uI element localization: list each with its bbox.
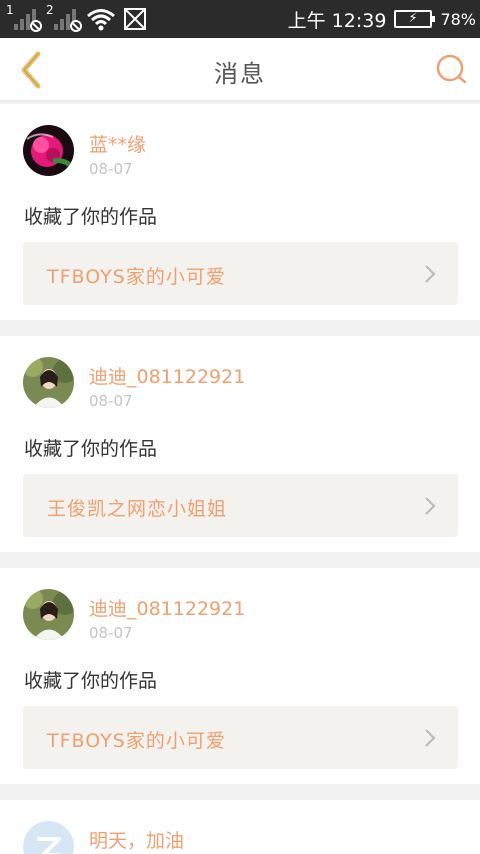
username[interactable]: 迪迪_081122921 xyxy=(89,594,245,621)
message-card: 明天，加油 xyxy=(0,800,480,854)
work-link[interactable]: 王俊凯之网恋小姐姐 xyxy=(23,474,458,537)
status-bar: 1 2 上午 12:39 ⚡ 78% xyxy=(0,0,480,38)
avatar[interactable] xyxy=(23,589,74,640)
work-title: 王俊凯之网恋小姐姐 xyxy=(47,498,228,520)
chevron-right-icon xyxy=(425,497,436,515)
chevron-right-icon xyxy=(425,729,436,747)
signal-icon: 2 xyxy=(46,3,82,32)
work-link[interactable]: TFBOYS家的小可爱 xyxy=(23,242,458,305)
message-card: 迪迪_081122921 08-07 收藏了你的作品 王俊凯之网恋小姐姐 xyxy=(0,336,480,552)
status-left: 1 2 xyxy=(6,3,148,34)
action-text: 收藏了你的作品 xyxy=(24,438,158,460)
battery-charging-icon: ⚡ xyxy=(394,10,436,28)
sim1-label: 1 xyxy=(6,3,14,17)
username[interactable]: 迪迪_081122921 xyxy=(89,362,245,389)
page-title: 消息 xyxy=(214,60,266,88)
avatar[interactable] xyxy=(23,821,74,854)
work-title: TFBOYS家的小可爱 xyxy=(47,730,226,752)
avatar[interactable] xyxy=(23,125,74,176)
action-text: 收藏了你的作品 xyxy=(24,206,158,228)
message-card: 蓝**缘 08-07 收藏了你的作品 TFBOYS家的小可爱 xyxy=(0,104,480,320)
username[interactable]: 明天，加油 xyxy=(89,826,184,853)
message-date: 08-07 xyxy=(89,160,133,178)
action-text: 收藏了你的作品 xyxy=(24,670,158,692)
chevron-right-icon xyxy=(425,265,436,283)
avatar[interactable] xyxy=(23,357,74,408)
search-icon[interactable] xyxy=(434,52,468,86)
signal-icon: 1 xyxy=(6,3,42,32)
app-header: 消息 xyxy=(0,38,480,102)
no-sim-icon xyxy=(124,8,146,30)
message-date: 08-07 xyxy=(89,392,133,410)
clock: 上午 12:39 xyxy=(287,9,387,32)
message-card: 迪迪_081122921 08-07 收藏了你的作品 TFBOYS家的小可爱 xyxy=(0,568,480,784)
status-right: 上午 12:39 ⚡ 78% xyxy=(288,0,476,38)
wifi-icon xyxy=(87,9,115,31)
battery-percent: 78% xyxy=(440,9,476,29)
message-date: 08-07 xyxy=(89,624,133,642)
sim2-label: 2 xyxy=(46,3,54,17)
message-list: 蓝**缘 08-07 收藏了你的作品 TFBOYS家的小可爱 迪迪_081122… xyxy=(0,104,480,854)
username[interactable]: 蓝**缘 xyxy=(89,130,146,157)
work-link[interactable]: TFBOYS家的小可爱 xyxy=(23,706,458,769)
work-title: TFBOYS家的小可爱 xyxy=(47,266,226,288)
